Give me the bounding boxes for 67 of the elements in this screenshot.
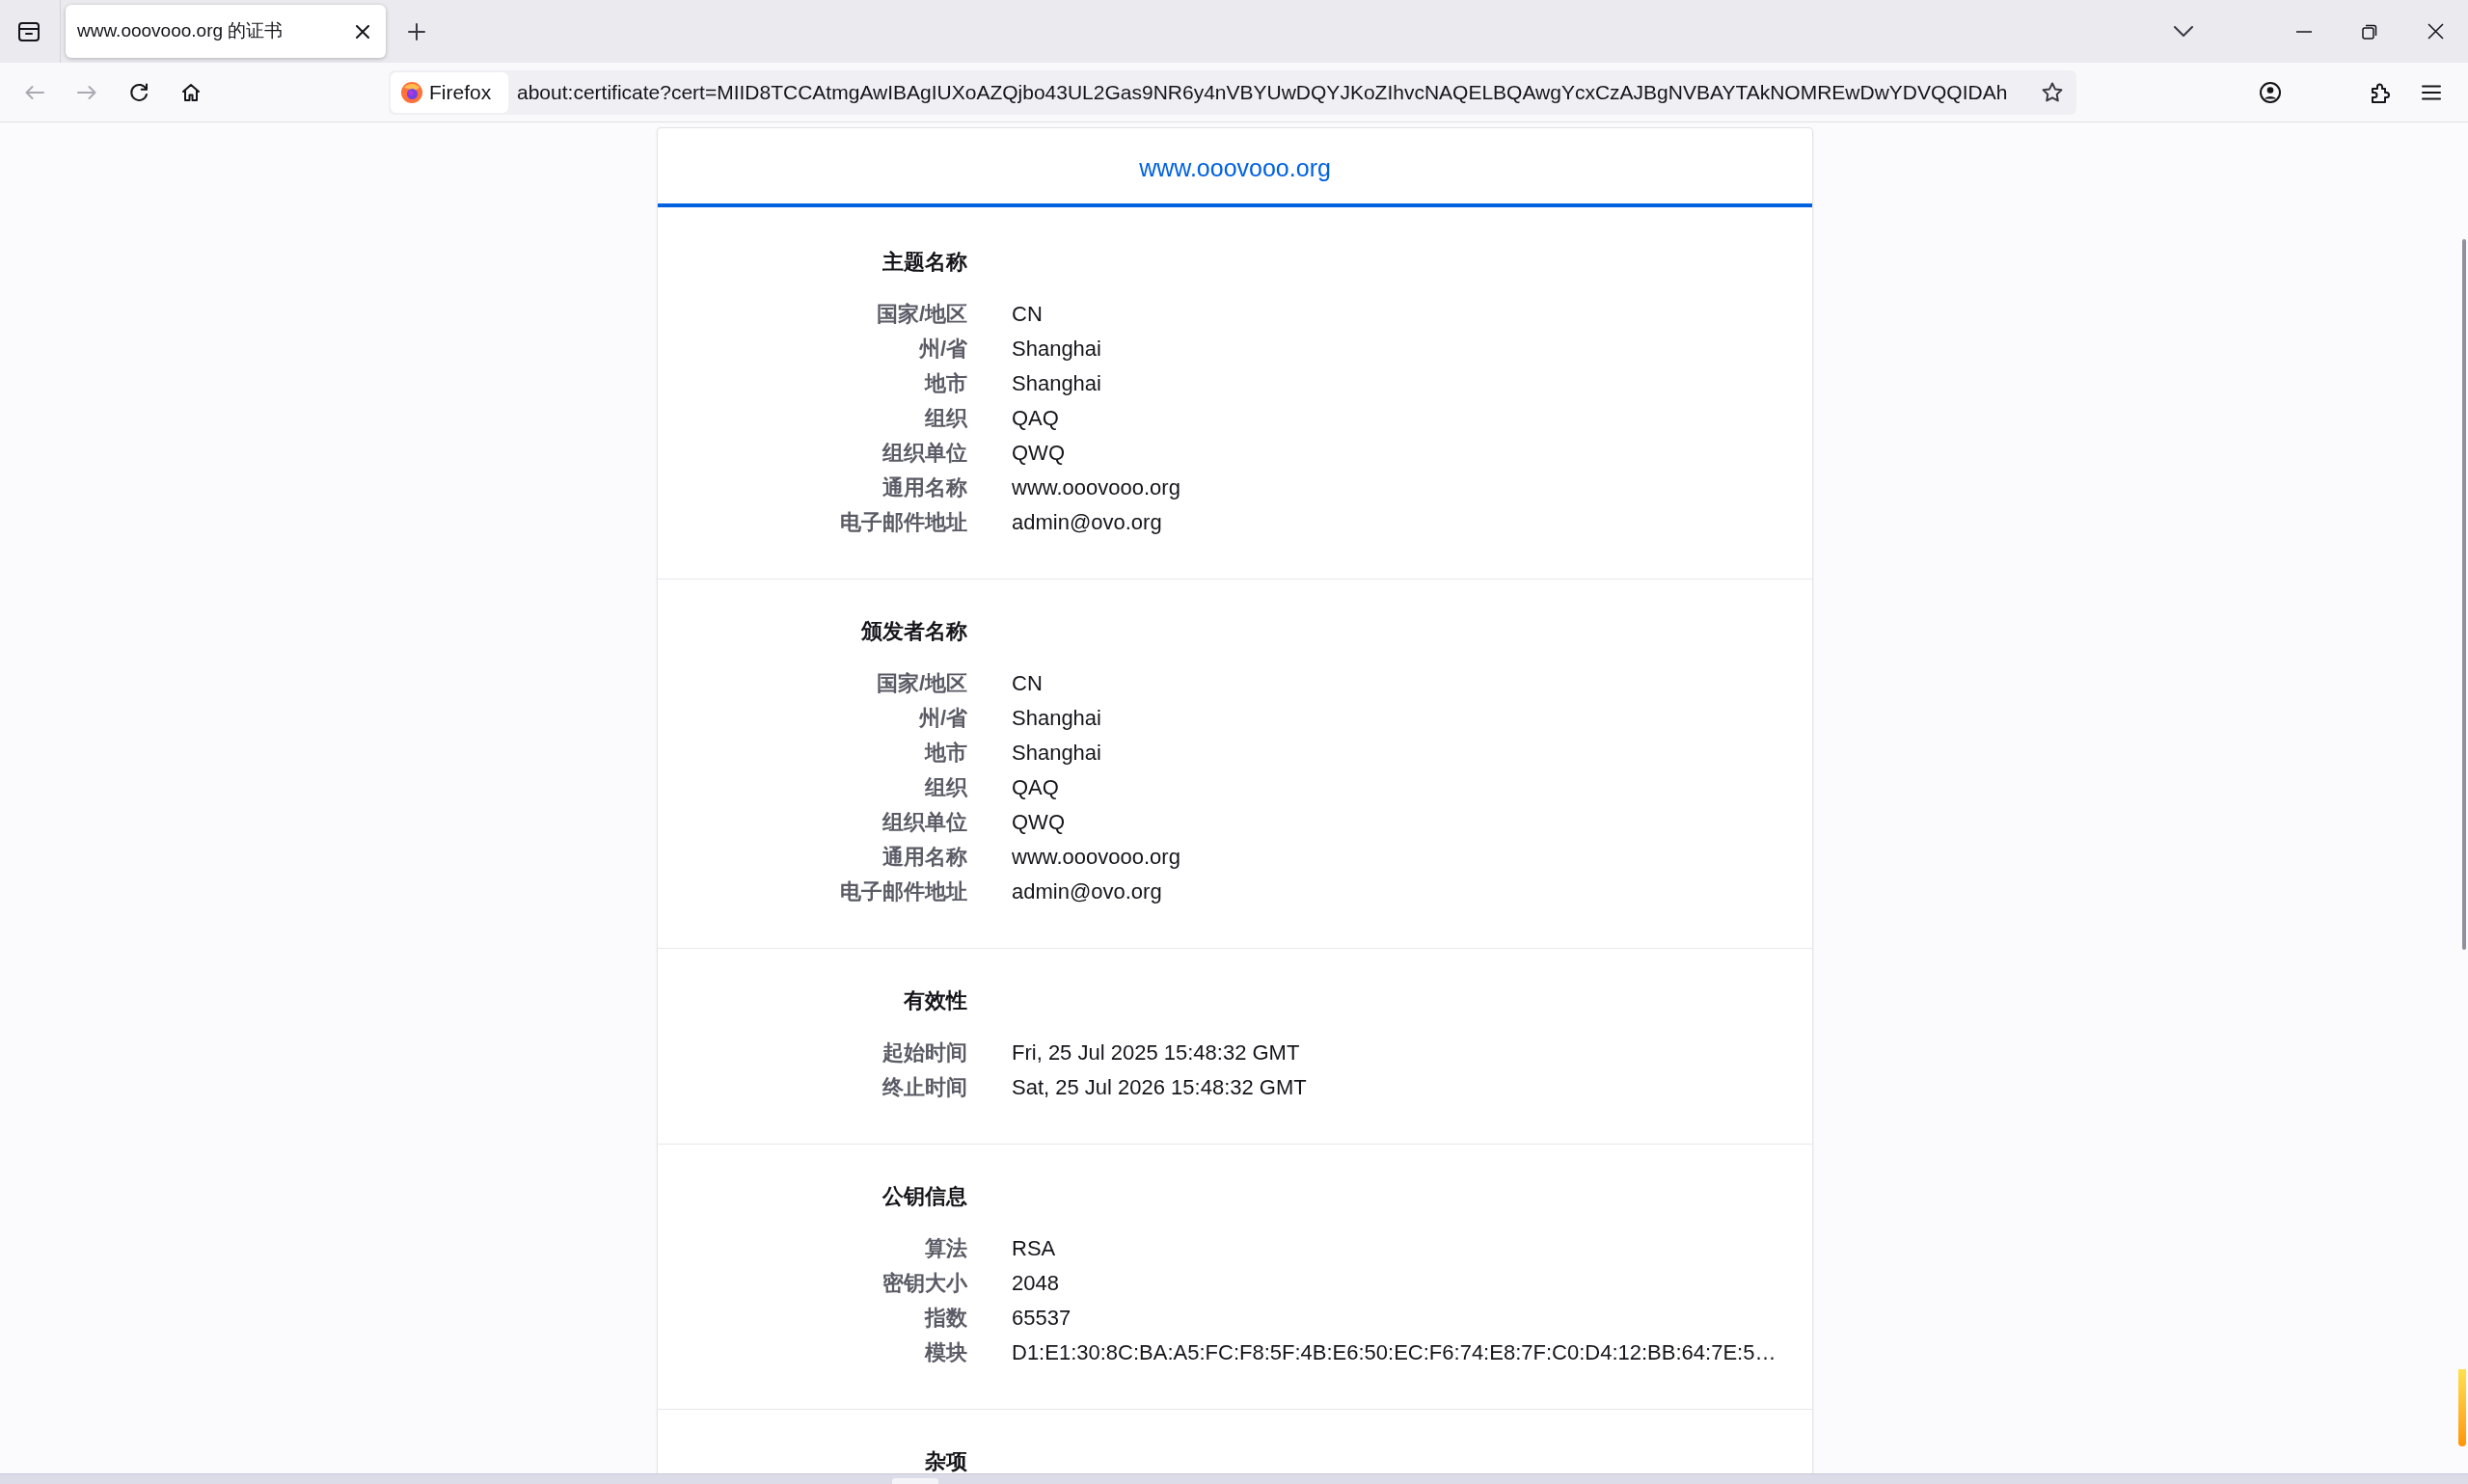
close-icon [356,24,369,39]
field-value: admin@ovo.org [1012,878,1162,905]
field-label: 通用名称 [882,844,967,871]
field-value: QWQ [1012,440,1065,467]
field-value: 65537 [1012,1305,1071,1332]
field-value: QWQ [1012,809,1065,836]
field-label: 电子邮件地址 [840,509,967,536]
field-label: 组织单位 [882,809,967,836]
field-value: QAQ [1012,774,1059,801]
forward-arrow-icon [77,84,96,100]
section-title: 主题名称 [882,250,967,275]
field-value: Shanghai [1012,740,1101,767]
field-value: admin@ovo.org [1012,509,1162,536]
field-value: D1:E1:30:8C:BA:A5:FC:F8:5F:4B:E6:50:EC:F6:74:E8:7F:C0:D4:12:BB:64:7E:5… [1012,1339,1776,1366]
scrollbar-thumb[interactable] [2462,239,2466,950]
field-value: Sat, 25 Jul 2026 15:48:32 GMT [1012,1074,1307,1101]
field-label: 州/省 [918,336,967,363]
field-label: 指数 [925,1305,967,1332]
field-value: Shanghai [1012,705,1101,732]
chevron-down-icon [2174,26,2193,37]
browser-tab[interactable]: www.ooovooo.org 的证书 [66,5,386,58]
back-arrow-icon [25,84,44,100]
archive-box-icon [18,21,40,41]
field-value: 2048 [1012,1270,1059,1297]
field-label: 密钥大小 [882,1270,967,1297]
reload-icon [129,82,149,102]
field-label: 组织单位 [882,440,967,467]
browser-logo-icon [401,81,422,103]
field-value: QAQ [1012,405,1059,432]
identity-button[interactable]: Firefox [391,71,508,113]
field-label: 电子邮件地址 [840,878,967,905]
field-label: 通用名称 [882,474,967,501]
field-value: www.ooovooo.org [1012,844,1180,871]
marker-icon [2458,1369,2466,1446]
field-value: Fri, 25 Jul 2025 15:48:32 GMT [1012,1039,1300,1066]
account-icon [2260,81,2281,103]
section-title: 颁发者名称 [861,619,967,644]
home-icon [181,82,201,102]
field-label: 州/省 [918,705,967,732]
field-value: Shanghai [1012,370,1101,397]
close-icon [2427,23,2444,40]
minimize-icon [2296,30,2312,33]
star-icon [2042,82,2063,102]
field-label: 国家/地区 [876,670,967,697]
field-label: 地市 [925,740,967,767]
field-label: 组织 [925,774,967,801]
field-label: 起始时间 [882,1039,967,1066]
section-title: 杂项 [925,1449,967,1473]
certificate-tab[interactable]: www.ooovooo.org [658,128,1812,207]
section-title: 公钥信息 [882,1184,967,1209]
field-value: RSA [1012,1235,1056,1262]
field-value: CN [1012,670,1043,697]
field-label: 组织 [925,405,967,432]
field-label: 国家/地区 [876,301,967,328]
field-label: 地市 [925,370,967,397]
section-title: 有效性 [904,988,967,1013]
field-label: 终止时间 [882,1074,967,1101]
field-label: 模块 [925,1339,967,1366]
restore-icon [2362,23,2377,40]
field-label: 算法 [925,1235,967,1262]
menu-icon [2422,84,2441,100]
field-value: CN [1012,301,1043,328]
field-value: Shanghai [1012,336,1101,363]
puzzle-icon [2370,81,2391,103]
plus-icon [408,22,425,40]
url-field[interactable]: about:certificate?cert=MIID8TCCAtmgAwIBAgIUXoAZQjbo43UL2Gas9NR6y4nVBYUwDQYJKoZIhvcNAQELBQAwgYcxCzAJBgNVBAYTAkNOMREwDwYDVQQIDAh [517,78,2030,106]
field-value: www.ooovooo.org [1012,474,1180,501]
